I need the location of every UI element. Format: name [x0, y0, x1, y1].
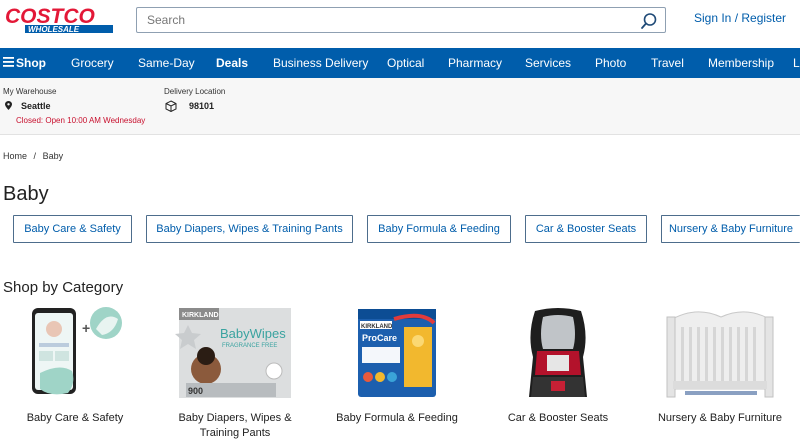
- svg-text:900: 900: [188, 386, 203, 396]
- search-icon[interactable]: [640, 12, 658, 30]
- delivery-label: Delivery Location: [164, 87, 226, 96]
- warehouse-label: My Warehouse: [3, 87, 57, 96]
- section-title: Shop by Category: [3, 279, 124, 296]
- chip-nursery-furniture[interactable]: Nursery & Baby Furniture: [661, 215, 800, 243]
- site-header: COSTCO WHOLESALE Sign In / Register: [0, 0, 800, 48]
- nav-services[interactable]: Services: [525, 56, 571, 70]
- svg-text:ProCare: ProCare: [362, 333, 397, 343]
- nav-optical[interactable]: Optical: [387, 56, 424, 70]
- category-label[interactable]: Car & Booster Seats: [493, 411, 623, 426]
- nav-pharmacy[interactable]: Pharmacy: [448, 56, 502, 70]
- sign-in-link[interactable]: Sign In / Register: [694, 11, 786, 25]
- breadcrumb-home[interactable]: Home: [3, 151, 27, 161]
- breadcrumb: Home / Baby: [3, 151, 67, 161]
- svg-text:FRAGRANCE FREE: FRAGRANCE FREE: [222, 343, 277, 349]
- category-label[interactable]: Baby Formula & Feeding: [332, 411, 462, 426]
- formula-image[interactable]: KIRKLAND ProCare: [332, 305, 462, 403]
- svg-text:+: +: [82, 320, 90, 336]
- chip-baby-formula[interactable]: Baby Formula & Feeding: [367, 215, 511, 243]
- nav-shop[interactable]: Shop: [16, 56, 46, 70]
- delivery-value[interactable]: 98101: [189, 101, 214, 111]
- menu-icon[interactable]: [3, 57, 14, 67]
- nav-overflow[interactable]: L: [793, 56, 800, 70]
- warehouse-value[interactable]: Seattle: [21, 101, 51, 111]
- category-label[interactable]: Nursery & Baby Furniture: [655, 411, 785, 426]
- page-title: Baby: [3, 183, 49, 205]
- crib-image[interactable]: [655, 305, 785, 403]
- baby-monitor-image[interactable]: +: [10, 305, 140, 403]
- main-nav: Shop Grocery Same-Day Deals Business Del…: [0, 48, 800, 78]
- category-label-line2[interactable]: Training Pants: [200, 427, 271, 439]
- baby-wipes-image[interactable]: KIRKLAND BabyWipes FRAGRANCE FREE 900: [170, 305, 300, 403]
- svg-text:BabyWipes: BabyWipes: [220, 326, 286, 341]
- chip-baby-diapers[interactable]: Baby Diapers, Wipes & Training Pants: [146, 215, 353, 243]
- nav-membership[interactable]: Membership: [708, 56, 774, 70]
- category-label[interactable]: Baby Care & Safety: [10, 411, 140, 426]
- nav-business-delivery[interactable]: Business Delivery: [273, 56, 368, 70]
- nav-photo[interactable]: Photo: [595, 56, 626, 70]
- svg-text:KIRKLAND: KIRKLAND: [361, 324, 393, 330]
- car-seat-image[interactable]: [493, 305, 623, 403]
- breadcrumb-separator: /: [33, 151, 37, 161]
- warehouse-status: Closed: Open 10:00 AM Wednesday: [16, 116, 146, 125]
- box-icon: [165, 100, 177, 112]
- category-label[interactable]: Baby Diapers, Wipes & Training Pants: [170, 411, 300, 441]
- search-box: [136, 7, 666, 33]
- nav-deals[interactable]: Deals: [216, 56, 248, 70]
- search-input[interactable]: [137, 8, 617, 32]
- chip-baby-care-safety[interactable]: Baby Care & Safety: [13, 215, 132, 243]
- category-label-line1[interactable]: Baby Diapers, Wipes &: [178, 412, 291, 424]
- location-bar: My Warehouse Seattle Closed: Open 10:00 …: [0, 78, 800, 135]
- svg-text:WHOLESALE: WHOLESALE: [28, 25, 80, 34]
- breadcrumb-current: Baby: [42, 151, 64, 161]
- location-pin-icon: [5, 101, 12, 110]
- svg-text:KIRKLAND: KIRKLAND: [182, 312, 219, 319]
- chip-car-booster-seats[interactable]: Car & Booster Seats: [525, 215, 647, 243]
- nav-travel[interactable]: Travel: [651, 56, 684, 70]
- nav-same-day[interactable]: Same-Day: [138, 56, 195, 70]
- nav-grocery[interactable]: Grocery: [71, 56, 114, 70]
- costco-logo[interactable]: COSTCO WHOLESALE: [3, 4, 116, 34]
